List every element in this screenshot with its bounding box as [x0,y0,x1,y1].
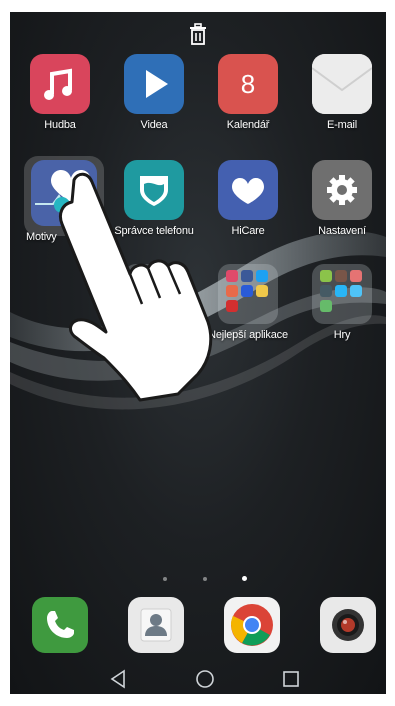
app-nastaveni[interactable]: Nastavení [298,160,386,237]
app-label: Kalendář [226,119,270,131]
trash-icon[interactable] [186,22,210,46]
games-folder-icon [312,264,372,324]
app-spravce-telefonu[interactable]: Správce telefonu [110,160,198,237]
play-icon [124,54,184,114]
home-circle-icon[interactable] [192,666,218,692]
camera-icon[interactable] [320,597,376,653]
music-note-icon [30,54,90,114]
heart-icon [218,160,278,220]
folder-hry[interactable]: Hry [298,264,386,341]
page-dot[interactable] [163,577,167,581]
folder-icon [124,264,184,324]
folder-label: Nejlepší aplikace [208,329,288,341]
app-videa[interactable]: Videa [110,54,198,131]
app-label: Motivy [26,231,57,243]
page-dot-active[interactable] [242,576,247,581]
app-hicare[interactable]: HiCare [204,160,292,237]
calendar-icon: 8 [218,54,278,114]
folder-hidden-partial[interactable] [110,264,198,324]
recent-square-icon[interactable] [278,666,304,692]
app-label: E-mail [327,119,357,131]
folder-label: Hry [333,329,351,341]
app-kalendar[interactable]: 8 Kalendář [204,54,292,131]
gear-icon [312,160,372,220]
back-triangle-icon[interactable] [106,666,132,692]
page-dot[interactable] [203,577,207,581]
app-label: Správce telefonu [114,225,194,237]
shield-icon [124,160,184,220]
dock [10,597,386,657]
calendar-date: 8 [240,69,256,99]
navigation-bar [10,664,386,694]
app-label: Nastavení [318,225,366,237]
envelope-icon [312,54,372,114]
app-label: HiCare [231,225,265,237]
folder-nejlepsi-aplikace[interactable]: Nejlepší aplikace [204,264,292,341]
app-motivy[interactable]: Motivy [20,160,108,243]
heart-pulse-icon [31,160,97,226]
app-folder-icon [218,264,278,324]
app-email[interactable]: E-mail [298,54,386,131]
chrome-icon[interactable] [224,597,280,653]
app-hudba[interactable]: Hudba [16,54,104,131]
page-indicator [10,576,386,584]
phone-icon[interactable] [32,597,88,653]
app-label: Hudba [44,119,76,131]
app-label: Videa [140,119,168,131]
home-screen: Hudba Videa 8 Kalendář E-mail Motivy Spr… [10,12,386,694]
contacts-icon[interactable] [128,597,184,653]
